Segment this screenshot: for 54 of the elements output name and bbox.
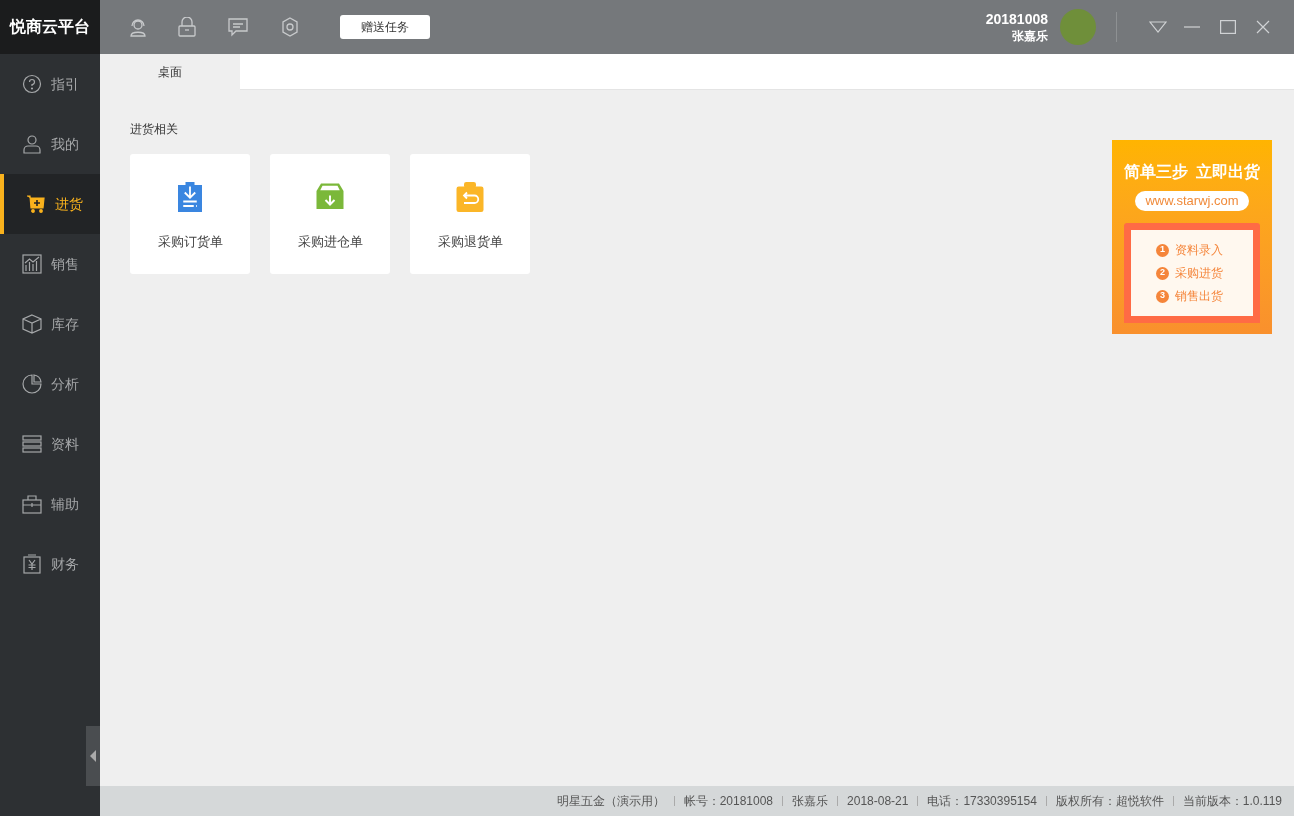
card-label: 采购退货单 — [437, 233, 503, 251]
step-label: 采购进货 — [1175, 265, 1223, 282]
status-text: 当前版本：1.0.119 — [1182, 793, 1282, 810]
sidebar-item[interactable]: 分析 — [0, 354, 100, 414]
lock-icon[interactable] — [178, 17, 196, 37]
status-text: 帐号：20181008 — [683, 793, 774, 810]
banner-headline: 简单三步 立即出货 — [1123, 162, 1261, 183]
sidebar-item[interactable]: 资料 — [0, 414, 100, 474]
step-number: 1 — [1156, 243, 1169, 257]
gift-task-button[interactable]: 赠送任务 — [340, 15, 430, 39]
close-icon[interactable] — [1256, 20, 1270, 34]
sidebar-item[interactable]: 财务 — [0, 534, 100, 594]
sidebar-item[interactable]: 销售 — [0, 234, 100, 294]
card-label: 采购进仓单 — [297, 233, 363, 251]
sidebar-item[interactable]: 辅助 — [0, 474, 100, 534]
status-text: 2018-08-21 — [847, 793, 909, 810]
sidebar-item[interactable]: 进货 — [0, 174, 100, 234]
sidebar-icon — [22, 374, 42, 394]
step-label: 销售出货 — [1175, 288, 1223, 305]
collapse-handle[interactable] — [86, 726, 100, 786]
sidebar-item[interactable]: 我的 — [0, 114, 100, 174]
sidebar-icon — [22, 494, 42, 514]
step-number: 3 — [1156, 289, 1169, 303]
collapse-arrow-icon — [90, 750, 96, 762]
sidebar-icon — [22, 554, 42, 574]
sidebar-icon — [22, 134, 42, 154]
sidebar-icon — [22, 314, 42, 334]
sidebar-item[interactable]: 指引 — [0, 54, 100, 114]
sidebar-icon — [22, 434, 42, 454]
user-name: 张嘉乐 — [1012, 27, 1048, 44]
status-text: 版权所有：超悦软件 — [1055, 793, 1164, 810]
status-text: 明星五金（演示用） — [556, 793, 665, 810]
dropdown-triangle-icon[interactable] — [1149, 21, 1167, 33]
maximize-icon[interactable] — [1220, 20, 1236, 34]
sidebar-icon — [22, 254, 42, 274]
app-logo: 悦商云平台 — [0, 0, 100, 54]
banner-url: www.starwj.com — [1135, 191, 1249, 211]
sidebar-icon — [26, 194, 46, 214]
chat-icon[interactable] — [228, 17, 248, 37]
card-label: 采购订货单 — [157, 233, 223, 251]
shortcut-card[interactable]: 采购进仓单 — [270, 154, 390, 274]
tab[interactable]: 桌面 — [100, 54, 240, 90]
sidebar-item[interactable]: 库存 — [0, 294, 100, 354]
shortcut-card[interactable]: 采购订货单 — [130, 154, 250, 274]
account-number: 20181008 — [985, 10, 1048, 28]
step-label: 资料录入 — [1175, 242, 1223, 259]
settings-icon[interactable] — [280, 17, 300, 37]
status-text: 电话：17330395154 — [927, 793, 1037, 810]
step-number: 2 — [1156, 266, 1169, 280]
sidebar-icon — [22, 74, 42, 94]
status-text: 张嘉乐 — [792, 793, 829, 810]
shortcut-card[interactable]: 采购退货单 — [410, 154, 530, 274]
section-title: 进货相关 — [130, 121, 179, 138]
headset-icon[interactable] — [128, 17, 148, 37]
